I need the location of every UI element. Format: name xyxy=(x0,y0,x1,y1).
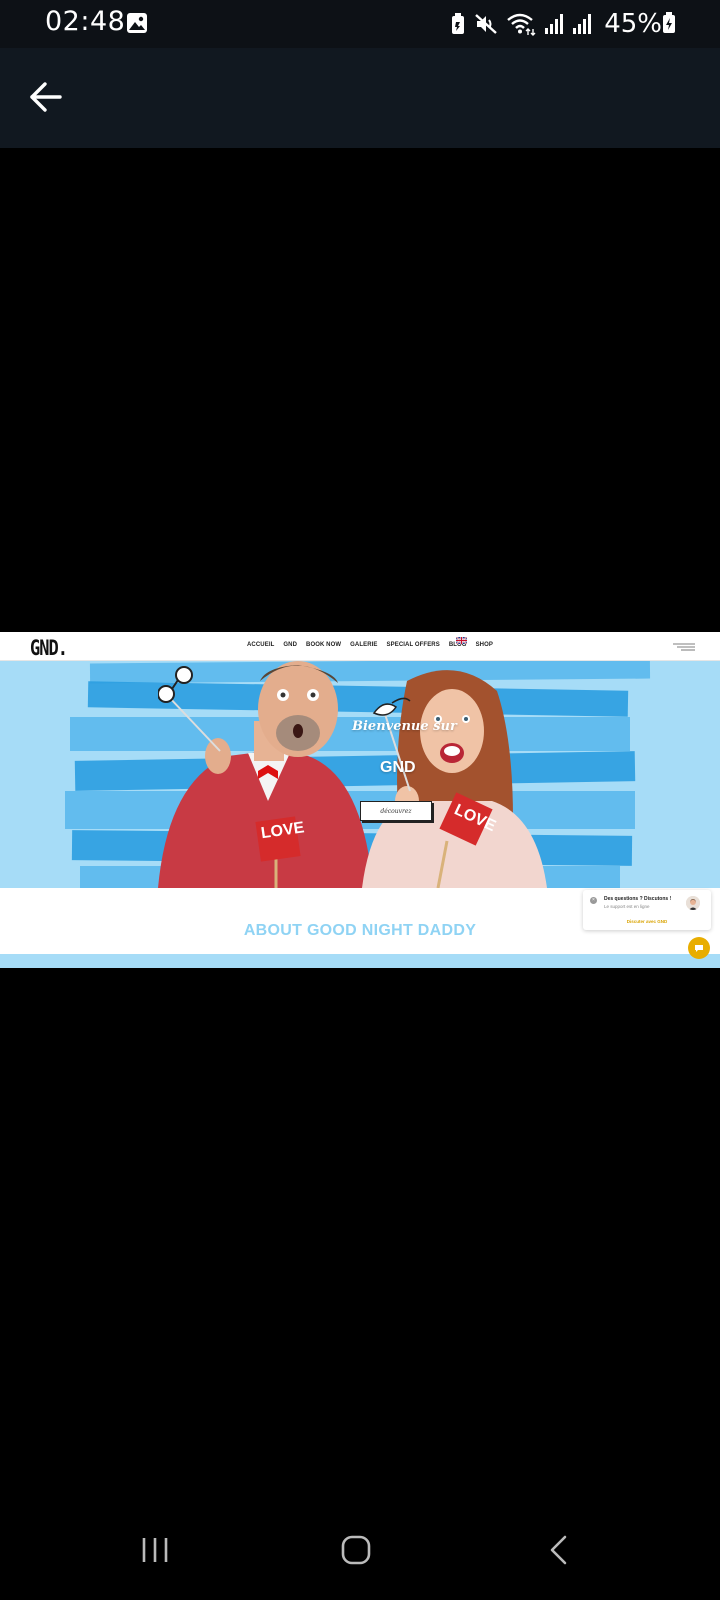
nav-link-special-offers[interactable]: SPECIAL OFFERS xyxy=(387,642,440,648)
about-strip xyxy=(0,954,720,968)
uk-flag-icon[interactable] xyxy=(456,637,467,644)
battery-percentage: 45% xyxy=(604,9,662,39)
site-logo[interactable]: GND. xyxy=(30,636,68,661)
status-icons: 45% xyxy=(450,9,662,39)
hero-brand: GND xyxy=(380,759,416,776)
avatar xyxy=(686,896,700,910)
nav-link-gnd[interactable]: GND xyxy=(283,642,297,648)
hamburger-icon[interactable] xyxy=(673,643,695,651)
chat-subtitle: Le support est en ligne xyxy=(604,904,650,909)
home-icon[interactable] xyxy=(340,1534,372,1566)
status-bar: 02:48 45% xyxy=(0,0,720,48)
chat-title: Des questions ? Discutons ! xyxy=(604,896,672,902)
chat-bubble-glyph-icon xyxy=(695,944,703,952)
hero-title: Bienvenue sur xyxy=(352,719,457,734)
recent-apps-icon[interactable] xyxy=(140,1534,170,1566)
battery-saver-icon xyxy=(452,13,465,34)
nav-link-shop[interactable]: SHOP xyxy=(476,642,493,648)
battery-charging-icon xyxy=(663,12,675,33)
back-icon[interactable] xyxy=(548,1534,570,1566)
nav-link-galerie[interactable]: GALERIE xyxy=(350,642,377,648)
mute-icon xyxy=(475,14,498,34)
chat-bubble-icon[interactable] xyxy=(688,937,710,959)
app-bar xyxy=(0,48,720,148)
chat-card[interactable]: × Des questions ? Discutons ! Le support… xyxy=(583,890,711,930)
close-icon[interactable]: × xyxy=(590,897,597,904)
chat-link[interactable]: Discuter avec GND xyxy=(583,919,711,924)
signal-icon xyxy=(545,14,564,34)
status-time: 02:48 xyxy=(45,6,126,37)
man-photo: LOVE xyxy=(158,661,373,888)
nav-link-book-now[interactable]: BOOK NOW xyxy=(306,642,341,648)
discover-button[interactable]: découvrez xyxy=(360,801,432,821)
site-header: GND. ACCUEIL GND BOOK NOW GALERIE SPECIA… xyxy=(0,632,720,661)
system-nav-bar xyxy=(0,1500,720,1600)
website-screenshot[interactable]: GND. ACCUEIL GND BOOK NOW GALERIE SPECIA… xyxy=(0,632,720,968)
back-arrow-icon[interactable] xyxy=(28,80,64,114)
wifi-icon xyxy=(507,13,536,36)
gallery-icon xyxy=(127,13,147,33)
hero-banner: LOVE LOVE Bienvenue sur GND découvrez xyxy=(0,661,720,888)
signal-icon xyxy=(573,14,592,34)
nav-link-accueil[interactable]: ACCUEIL xyxy=(247,642,274,648)
